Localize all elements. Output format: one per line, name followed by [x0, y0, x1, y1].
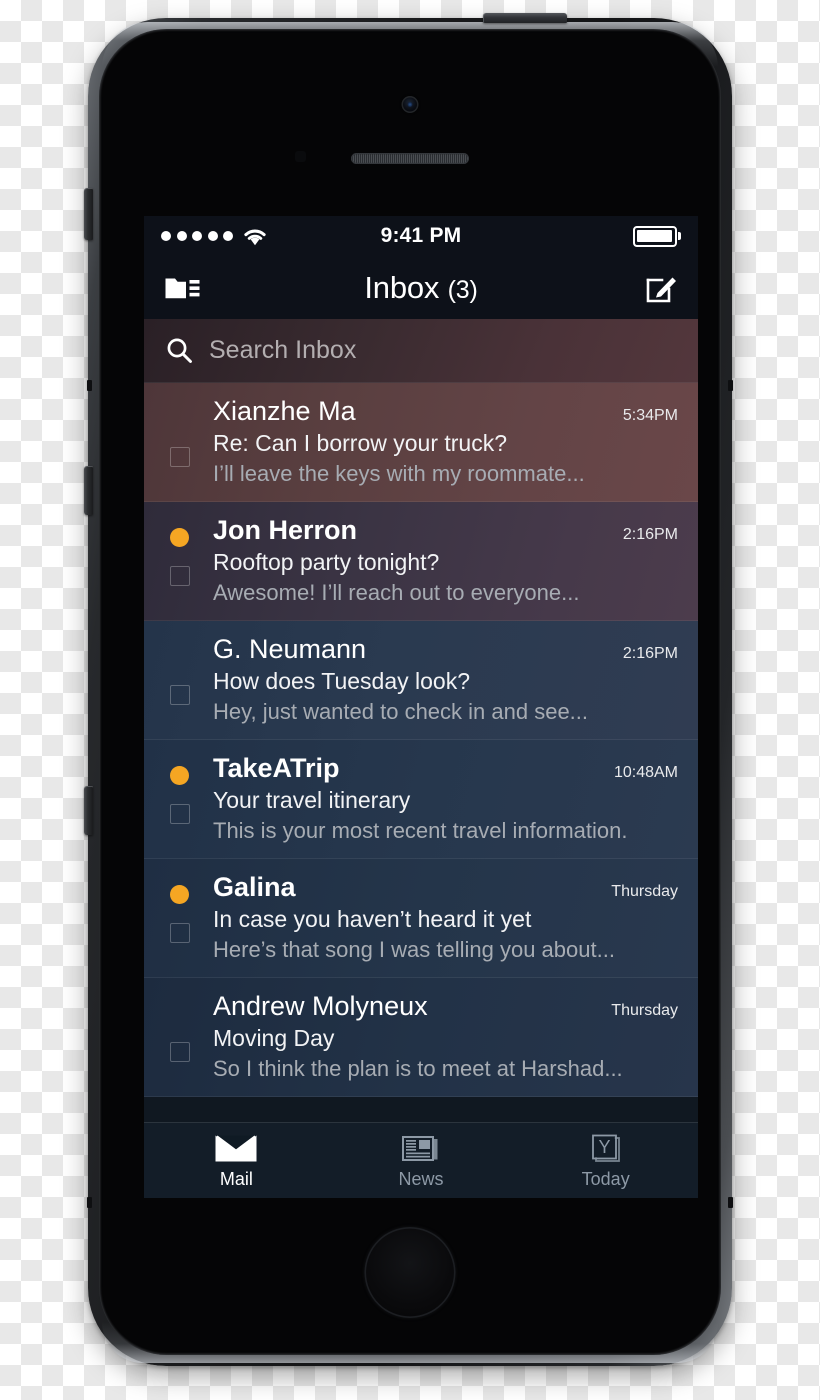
page-title: Inbox (3)	[144, 270, 698, 306]
status-bar-time: 9:41 PM	[380, 224, 462, 247]
search-input[interactable]: Search Inbox	[209, 336, 356, 365]
sender-name: Xianzhe Ma	[213, 396, 356, 426]
mail-list-item[interactable]: G. Neumann 2:16PM How does Tuesday look?…	[144, 621, 698, 740]
compose-icon[interactable]	[645, 271, 678, 304]
subject-line: Your travel itinerary	[213, 787, 411, 813]
search-bar[interactable]: Search Inbox	[144, 319, 698, 383]
navigation-bar: Inbox (3)	[144, 256, 698, 319]
preview-text: So I think the plan is to meet at Harsha…	[213, 1056, 623, 1081]
antenna-band	[728, 1197, 733, 1208]
news-paper-icon	[401, 1132, 441, 1166]
status-bar: 9:41 PM	[144, 216, 698, 256]
mail-list: Xianzhe Ma 5:34PM Re: Can I borrow your …	[144, 383, 698, 1097]
tab-bar: Mail News Y Today	[144, 1122, 698, 1198]
unread-dot	[170, 766, 189, 785]
timestamp: Thursday	[611, 1002, 678, 1019]
subject-line: Rooftop party tonight?	[213, 549, 440, 575]
phone-screen: 9:41 PM Inbox (3) Search Inbox Xianzhe M…	[144, 216, 698, 1198]
preview-text: Awesome! I’ll reach out to everyone...	[213, 580, 580, 605]
mail-list-item[interactable]: Galina Thursday In case you haven’t hear…	[144, 859, 698, 978]
mail-list-item[interactable]: Jon Herron 2:16PM Rooftop party tonight?…	[144, 502, 698, 621]
volume-down-button[interactable]	[84, 786, 93, 835]
tab-label: News	[398, 1168, 444, 1189]
timestamp: 10:48AM	[613, 764, 678, 781]
antenna-band	[87, 1197, 92, 1208]
select-checkbox[interactable]	[170, 1042, 190, 1062]
select-checkbox[interactable]	[170, 566, 190, 586]
tab-label: Today	[581, 1168, 630, 1189]
sender-name: Andrew Molyneux	[213, 991, 428, 1021]
earpiece-speaker	[351, 153, 469, 164]
mail-list-item[interactable]: Xianzhe Ma 5:34PM Re: Can I borrow your …	[144, 383, 698, 502]
folder-list-icon[interactable]	[164, 272, 202, 303]
subject-line: How does Tuesday look?	[213, 668, 470, 694]
select-checkbox[interactable]	[170, 447, 190, 467]
timestamp: 2:16PM	[622, 645, 678, 662]
front-camera-icon	[401, 96, 419, 113]
select-checkbox[interactable]	[170, 685, 190, 705]
phone-front-glass: 9:41 PM Inbox (3) Search Inbox Xianzhe M…	[99, 29, 721, 1355]
tab-news[interactable]: News	[329, 1123, 514, 1198]
subject-line: Moving Day	[213, 1025, 335, 1051]
preview-text: Hey, just wanted to check in and see...	[213, 699, 589, 724]
sender-name: TakeATrip	[213, 753, 340, 783]
timestamp: 5:34PM	[622, 407, 678, 424]
preview-text: Here’s that song I was telling you about…	[213, 937, 615, 962]
tab-mail[interactable]: Mail	[144, 1123, 329, 1198]
select-checkbox[interactable]	[170, 923, 190, 943]
sender-name: Galina	[213, 872, 296, 902]
sender-name: Jon Herron	[213, 515, 358, 545]
antenna-band	[728, 380, 733, 391]
mail-list-item[interactable]: TakeATrip 10:48AM Your travel itinerary …	[144, 740, 698, 859]
timestamp: 2:16PM	[622, 526, 678, 543]
svg-text:Y: Y	[598, 1137, 610, 1157]
power-button[interactable]	[483, 13, 567, 23]
volume-up-button[interactable]	[84, 466, 93, 515]
iphone-device: 9:41 PM Inbox (3) Search Inbox Xianzhe M…	[84, 13, 733, 1366]
mute-switch[interactable]	[84, 188, 93, 240]
select-checkbox[interactable]	[170, 804, 190, 824]
preview-text: I’ll leave the keys with my roommate...	[213, 461, 585, 486]
preview-text: This is your most recent travel informat…	[213, 818, 628, 843]
battery-icon	[632, 225, 681, 247]
antenna-band	[87, 380, 92, 391]
timestamp: Thursday	[611, 883, 678, 900]
home-button[interactable]	[364, 1227, 456, 1318]
mail-envelope-icon	[214, 1132, 258, 1166]
yahoo-today-icon: Y	[588, 1132, 624, 1166]
subject-line: In case you haven’t heard it yet	[213, 906, 532, 932]
subject-line: Re: Can I borrow your truck?	[213, 430, 508, 456]
unread-count-badge: (3)	[447, 275, 478, 304]
unread-dot	[170, 885, 189, 904]
nav-title-text: Inbox	[364, 269, 440, 305]
search-icon	[167, 338, 192, 363]
proximity-sensor-icon	[295, 151, 306, 162]
tab-today[interactable]: Y Today	[513, 1123, 698, 1198]
tab-label: Mail	[219, 1168, 253, 1189]
unread-dot	[170, 528, 189, 547]
sender-name: G. Neumann	[213, 634, 367, 664]
mail-list-item[interactable]: Andrew Molyneux Thursday Moving Day So I…	[144, 978, 698, 1097]
